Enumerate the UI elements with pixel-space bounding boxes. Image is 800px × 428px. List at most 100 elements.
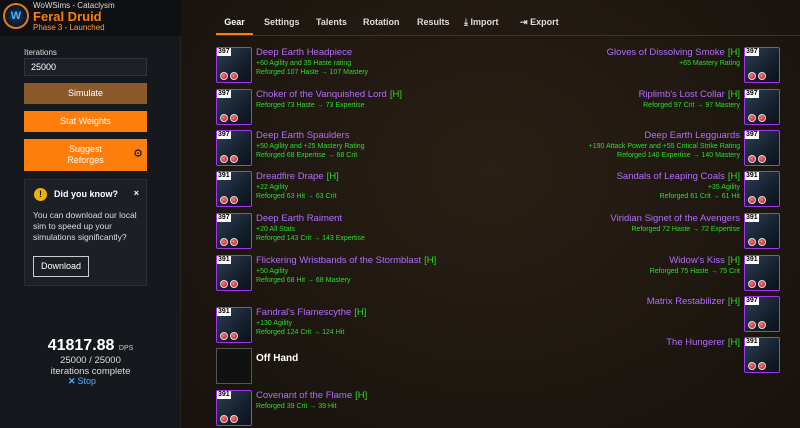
item-name[interactable]: Covenant of the Flame [H] [256, 390, 367, 401]
empty-slot-icon[interactable] [216, 348, 252, 384]
enchant-line: +190 Attack Power and +55 Critical Strik… [588, 143, 740, 150]
item-name-text: Dreadfire Drape [256, 171, 324, 182]
item-icon[interactable]: 397 [744, 296, 780, 332]
item-icon[interactable]: 391 [744, 337, 780, 373]
gem-icon[interactable] [220, 72, 228, 80]
gem-icon[interactable] [230, 415, 238, 423]
item-level-badge: 397 [745, 131, 759, 139]
gem-icon[interactable] [230, 72, 238, 80]
gem-icon[interactable] [758, 321, 766, 329]
heroic-tag: [H] [326, 171, 339, 182]
item-name[interactable]: Gloves of Dissolving Smoke [H] [607, 47, 740, 58]
item-name[interactable]: Matrix Restabilizer [H] [647, 296, 740, 307]
gem-icon[interactable] [748, 196, 756, 204]
item-icon[interactable]: 391 [216, 171, 252, 207]
item-name[interactable]: Riplimb's Lost Collar [H] [639, 89, 740, 100]
wowsims-logo-icon[interactable]: W [3, 3, 29, 29]
gem-icon[interactable] [230, 238, 238, 246]
tab-rotation[interactable]: Rotation [363, 10, 400, 35]
gem-icon[interactable] [758, 238, 766, 246]
item-name[interactable]: Off Hand [256, 353, 298, 364]
gem-icon[interactable] [220, 332, 228, 340]
item-level-badge: 397 [745, 297, 759, 305]
stop-button[interactable]: ✕ Stop [68, 376, 96, 387]
item-icon[interactable]: 397 [216, 89, 252, 125]
gem-icon[interactable] [220, 415, 228, 423]
gem-icon[interactable] [748, 362, 756, 370]
item-icon[interactable]: 397 [744, 130, 780, 166]
gem-icon[interactable] [230, 155, 238, 163]
item-name[interactable]: Deep Earth Raiment [256, 213, 342, 224]
item-name[interactable]: Fandral's Flamescythe [H] [256, 307, 366, 318]
reforge-line: Reforged 107 Haste → 107 Mastery [256, 69, 369, 76]
gear-icon[interactable]: ⚙ [133, 147, 143, 160]
item-icon[interactable]: 391 [216, 307, 252, 343]
gem-icon[interactable] [220, 196, 228, 204]
item-icon[interactable]: 391 [744, 213, 780, 249]
item-name[interactable]: The Hungerer [H] [666, 337, 740, 348]
item-icon[interactable]: 397 [744, 89, 780, 125]
gem-icon[interactable] [758, 72, 766, 80]
gem-icon[interactable] [748, 114, 756, 122]
heroic-tag: [H] [727, 89, 740, 100]
gem-icon[interactable] [220, 238, 228, 246]
gem-icon[interactable] [758, 114, 766, 122]
item-name[interactable]: Dreadfire Drape [H] [256, 171, 339, 182]
suggest-reforges-button[interactable]: Suggest Reforges ⚙ [24, 139, 147, 171]
item-icon[interactable]: 397 [216, 130, 252, 166]
gem-icon[interactable] [220, 280, 228, 288]
reforge-line: Reforged 73 Haste → 73 Expertise [256, 102, 365, 109]
tab-import-label: Import [470, 17, 499, 27]
gem-icon[interactable] [758, 362, 766, 370]
simulate-button[interactable]: Simulate [24, 83, 147, 104]
gem-icon[interactable] [748, 238, 756, 246]
item-name[interactable]: Sandals of Leaping Coals [H] [617, 171, 740, 182]
gem-icon[interactable] [230, 196, 238, 204]
gem-icon[interactable] [230, 280, 238, 288]
gem-icon[interactable] [748, 72, 756, 80]
close-icon[interactable]: × [134, 188, 139, 198]
tab-settings[interactable]: Settings [264, 10, 300, 35]
item-name-text: Deep Earth Raiment [256, 213, 343, 224]
item-icon[interactable]: 391 [744, 171, 780, 207]
heroic-tag: [H] [727, 337, 740, 348]
tab-talents[interactable]: Talents [316, 10, 347, 35]
gem-icon[interactable] [758, 280, 766, 288]
stat-weights-button[interactable]: Stat Weights [24, 111, 147, 132]
gem-icon[interactable] [758, 196, 766, 204]
gear-slot-left: 391 Dreadfire Drape [H] +22 Agility Reforged… [216, 171, 506, 207]
iterations-input[interactable] [24, 58, 147, 76]
gem-icon[interactable] [220, 114, 228, 122]
gem-icon[interactable] [758, 155, 766, 163]
item-name[interactable]: Deep Earth Legguards [644, 130, 740, 141]
item-icon[interactable]: 391 [216, 255, 252, 291]
item-icon[interactable]: 397 [744, 47, 780, 83]
download-button[interactable]: Download [33, 256, 89, 277]
item-name[interactable]: Viridian Signet of the Avengers [610, 213, 740, 224]
item-name-text: Widow's Kiss [669, 255, 725, 266]
gem-icon[interactable] [230, 332, 238, 340]
item-name[interactable]: Deep Earth Spaulders [256, 130, 349, 141]
gear-slot-left: 397 Deep Earth Raiment +20 All Stats Reforg… [216, 213, 506, 249]
item-icon[interactable]: 391 [216, 390, 252, 426]
item-level-badge: 391 [745, 338, 759, 346]
gem-icon[interactable] [230, 114, 238, 122]
enchant-line: +20 All Stats [256, 226, 296, 233]
gem-icon[interactable] [748, 321, 756, 329]
item-name[interactable]: Choker of the Vanquished Lord [H] [256, 89, 402, 100]
tab-export[interactable]: ⇥ Export [520, 10, 559, 35]
item-icon[interactable]: 397 [216, 47, 252, 83]
item-name[interactable]: Deep Earth Headpiece [256, 47, 352, 58]
gear-slot-right: 391 Viridian Signet of the Avengers Reforg… [490, 213, 780, 249]
item-icon[interactable]: 397 [216, 213, 252, 249]
tab-import[interactable]: ⤓ Import [464, 10, 499, 35]
tab-gear[interactable]: Gear [216, 10, 253, 35]
tab-results[interactable]: Results [417, 10, 450, 35]
item-name-text: Fandral's Flamescythe [256, 307, 352, 318]
gem-icon[interactable] [220, 155, 228, 163]
item-icon[interactable]: 391 [744, 255, 780, 291]
gem-icon[interactable] [748, 280, 756, 288]
gem-icon[interactable] [748, 155, 756, 163]
item-name[interactable]: Widow's Kiss [H] [669, 255, 740, 266]
item-name[interactable]: Flickering Wristbands of the Stormblast[… [256, 255, 436, 266]
